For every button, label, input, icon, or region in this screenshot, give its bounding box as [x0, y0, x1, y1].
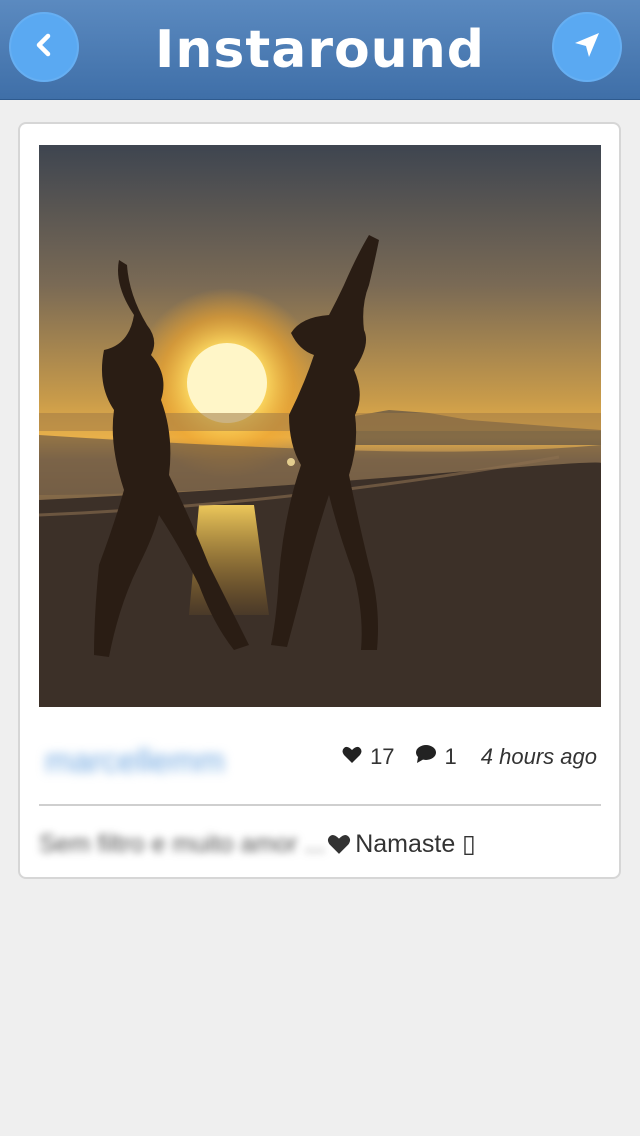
caption-suffix: Namaste ▯: [355, 830, 476, 858]
top-navigation-bar: Instaround: [0, 0, 640, 100]
heart-icon: [327, 834, 351, 855]
speech-bubble-icon: [415, 744, 437, 770]
caption-prefix: Sem filtro e muito amor ...: [39, 829, 326, 858]
divider: [39, 804, 601, 806]
comments-stat[interactable]: 1: [415, 744, 457, 770]
post-photo[interactable]: [39, 145, 601, 707]
post-username[interactable]: marcellemm: [45, 742, 225, 780]
likes-count: 17: [370, 744, 395, 769]
post-meta-row: marcellemm 17 1 4 hours ago: [39, 734, 601, 784]
heart-icon: [342, 744, 362, 770]
comments-count: 1: [444, 744, 457, 769]
post-stats: 17 1 4 hours ago: [342, 744, 597, 770]
post-card: marcellemm 17 1 4 hours ago Sem filtro e…: [18, 122, 621, 879]
post-caption: Sem filtro e muito amor ... Namaste ▯: [39, 824, 601, 864]
location-button[interactable]: [552, 12, 622, 82]
likes-stat[interactable]: 17: [342, 744, 395, 770]
location-arrow-icon: [572, 30, 602, 65]
post-timestamp: 4 hours ago: [480, 744, 597, 769]
app-title: Instaround: [155, 20, 485, 80]
